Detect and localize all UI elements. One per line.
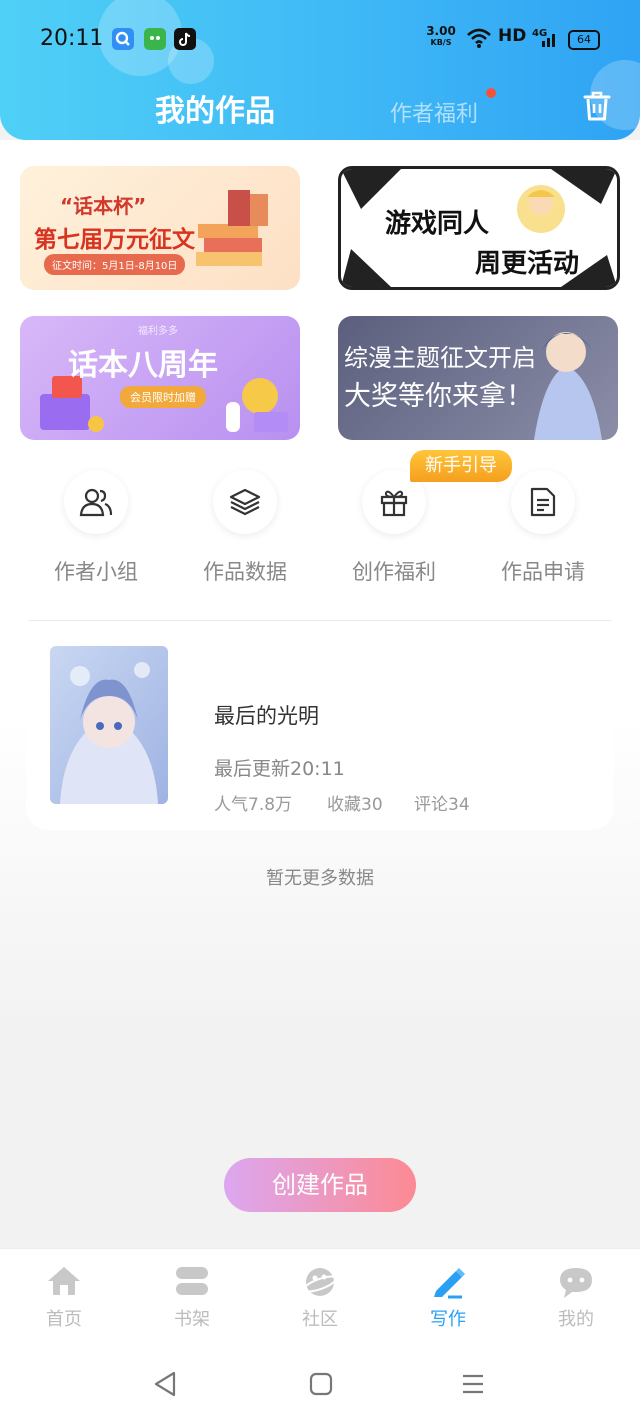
- work-cover-image[interactable]: [50, 646, 168, 804]
- tab-my-works[interactable]: 我的作品: [155, 86, 275, 130]
- signal-icon: [540, 30, 558, 52]
- banner-anniversary[interactable]: 福利多多 话本八周年 会员限时加赠: [20, 316, 300, 440]
- quick-author-group[interactable]: 作者小组: [26, 470, 166, 586]
- banner-1-date: 征文时间：5月1日-8月10日: [44, 254, 186, 275]
- work-last-updated: 最后更新20:11: [214, 758, 345, 780]
- people-icon: [64, 470, 128, 534]
- banner-3-badge: 会员限时加赠: [120, 386, 206, 408]
- trash-icon[interactable]: [582, 90, 612, 122]
- banner-anime-contest[interactable]: 综漫主题征文开启 大奖等你来拿！: [338, 316, 618, 440]
- wechat-app-icon: [144, 28, 166, 50]
- banner-fanfic-activity[interactable]: 游戏同人 周更活动: [338, 166, 620, 290]
- tab-writing[interactable]: 写作: [384, 1265, 512, 1331]
- tab-author-welfare[interactable]: 作者福利: [390, 96, 478, 128]
- net-speed: 3.00 KB/S: [426, 24, 456, 47]
- header: 20:11 3.00 KB/S HD 4G 64 我的作品 作者福利: [0, 0, 640, 140]
- banner-4-line2: 大奖等你来拿！: [344, 381, 533, 412]
- banner-essay-contest[interactable]: “话本杯” 第七届万元征文 征文时间：5月1日-8月10日: [20, 166, 300, 290]
- quick-work-application[interactable]: 作品申请: [473, 470, 613, 586]
- status-bar: 20:11 3.00 KB/S HD 4G 64: [0, 18, 640, 60]
- banner-3-line2: 话本八周年: [68, 348, 218, 383]
- tab-bookshelf[interactable]: 书架: [128, 1265, 256, 1331]
- tab-home-label: 首页: [46, 1309, 82, 1330]
- quick-work-data-label: 作品数据: [203, 560, 287, 584]
- work-favorites: 收藏30: [327, 795, 383, 815]
- bottom-tab-bar: 首页 书架 社区 写作 我的: [0, 1248, 640, 1347]
- notification-dot: [486, 88, 496, 98]
- quick-work-data[interactable]: 作品数据: [175, 470, 315, 586]
- divider: [28, 620, 612, 621]
- books-illustration: [196, 190, 268, 266]
- tab-mine-label: 我的: [558, 1309, 594, 1330]
- banner-2-line2: 周更活动: [475, 249, 580, 279]
- work-title[interactable]: 最后的光明: [214, 700, 319, 730]
- tab-community[interactable]: 社区: [256, 1265, 384, 1331]
- home-icon: [0, 1265, 128, 1299]
- document-icon: [511, 470, 575, 534]
- chat-bubble-icon: [512, 1265, 640, 1299]
- tiktok-app-icon: [174, 28, 196, 50]
- tab-writing-label: 写作: [430, 1309, 466, 1330]
- wifi-icon: [466, 27, 492, 53]
- beginner-guide-badge[interactable]: 新手引导: [410, 450, 512, 482]
- banner-4-line1: 综漫主题征文开启: [344, 344, 536, 372]
- banner-1-line1: “话本杯”: [60, 194, 147, 218]
- status-time: 20:11: [40, 26, 104, 51]
- banner-2-line1: 游戏同人: [385, 209, 490, 239]
- create-work-button[interactable]: 创建作品: [224, 1158, 416, 1212]
- quick-creation-welfare[interactable]: 创作福利: [324, 470, 464, 586]
- planet-icon: [256, 1265, 384, 1299]
- system-nav-bar: [0, 1346, 640, 1422]
- battery-icon: 64: [568, 30, 600, 50]
- work-comments: 评论34: [414, 795, 470, 815]
- bookshelf-icon: [128, 1265, 256, 1299]
- no-more-data: 暂无更多数据: [266, 868, 374, 889]
- banner-1-line2: 第七届万元征文: [34, 227, 195, 253]
- tab-home[interactable]: 首页: [0, 1265, 128, 1331]
- tab-community-label: 社区: [302, 1309, 338, 1330]
- tab-mine[interactable]: 我的: [512, 1265, 640, 1331]
- search-app-icon: [112, 28, 134, 50]
- quick-author-group-label: 作者小组: [54, 560, 138, 584]
- layers-icon: [213, 470, 277, 534]
- quick-creation-welfare-label: 创作福利: [352, 560, 436, 584]
- coin-illustration: [226, 378, 288, 432]
- pen-icon: [384, 1265, 512, 1299]
- banner-3-tag: 福利多多: [138, 326, 178, 337]
- home-square-icon[interactable]: [308, 1370, 334, 1402]
- hd-indicator: HD: [498, 26, 527, 46]
- quick-work-application-label: 作品申请: [501, 560, 585, 584]
- back-icon[interactable]: [152, 1370, 178, 1402]
- tab-bookshelf-label: 书架: [174, 1309, 210, 1330]
- main-content: “话本杯” 第七届万元征文 征文时间：5月1日-8月10日 游戏同人 周更活动 …: [0, 140, 640, 1248]
- work-popularity: 人气7.8万: [214, 795, 293, 815]
- menu-icon[interactable]: [460, 1370, 486, 1402]
